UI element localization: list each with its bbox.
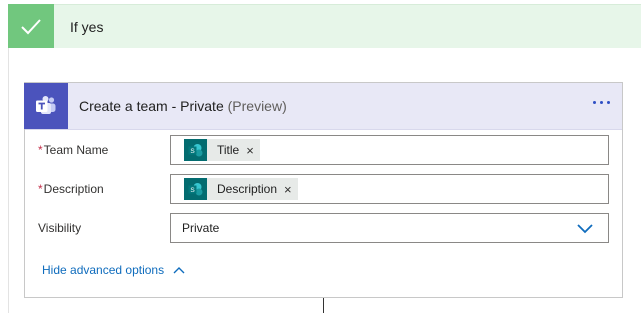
description-token[interactable]: S Description ×	[184, 178, 298, 200]
chevron-up-icon	[173, 266, 185, 273]
visibility-select[interactable]: Private	[170, 213, 609, 243]
action-card-header[interactable]: Create a team - Private (Preview)	[24, 82, 622, 130]
description-row: *Description S Description ×	[25, 174, 624, 206]
team-name-label: *Team Name	[38, 143, 109, 157]
action-title-suffix: (Preview)	[227, 98, 287, 114]
description-token-label: Description	[217, 182, 278, 196]
teams-icon	[24, 82, 68, 129]
visibility-row: Visibility Private	[25, 213, 624, 245]
check-icon	[8, 4, 54, 49]
visibility-label: Visibility	[38, 221, 82, 235]
title-token[interactable]: S Title ×	[184, 139, 260, 161]
action-title: Create a team - Private (Preview)	[79, 98, 287, 114]
flow-designer-canvas: If yes Create a team - Private (Preview)	[0, 0, 641, 313]
team-name-row: *Team Name S Title ×	[25, 135, 624, 167]
remove-token-icon[interactable]: ×	[246, 144, 254, 157]
flow-connector-line	[323, 298, 324, 313]
advanced-toggle-label: Hide advanced options	[42, 263, 165, 277]
action-title-text: Create a team - Private	[79, 98, 224, 114]
create-team-action-card: Create a team - Private (Preview) *Team …	[24, 82, 623, 298]
hide-advanced-options-link[interactable]: Hide advanced options	[42, 263, 186, 277]
description-input[interactable]: S Description ×	[170, 174, 609, 204]
visibility-value: Private	[182, 221, 220, 235]
title-token-label: Title	[217, 143, 240, 157]
svg-text:S: S	[190, 148, 195, 155]
sharepoint-icon: S	[184, 139, 207, 161]
svg-text:S: S	[190, 187, 195, 194]
condition-yes-title: If yes	[70, 19, 104, 35]
team-name-input[interactable]: S Title ×	[170, 135, 609, 165]
remove-token-icon[interactable]: ×	[284, 183, 292, 196]
more-options-icon[interactable]	[591, 95, 612, 110]
condition-yes-header[interactable]: If yes	[8, 4, 641, 49]
chevron-down-icon[interactable]	[576, 221, 594, 239]
sharepoint-icon: S	[184, 178, 207, 200]
description-label: *Description	[38, 182, 104, 196]
